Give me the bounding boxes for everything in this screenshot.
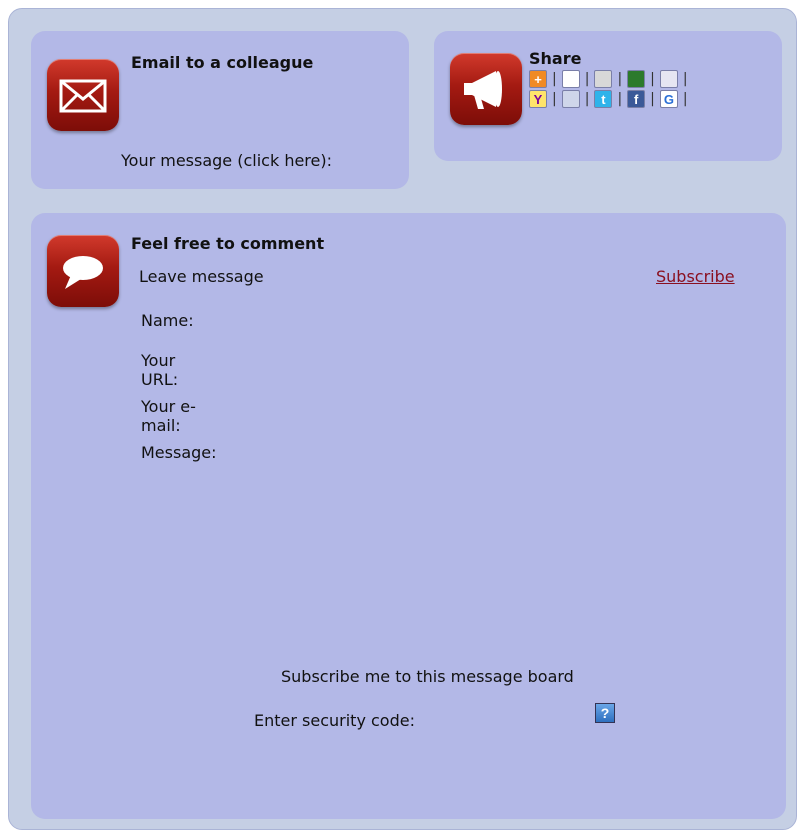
share-separator: | xyxy=(552,91,557,107)
share-separator: | xyxy=(682,71,688,87)
share-separator: | xyxy=(552,71,557,87)
yahoo-icon[interactable]: Y xyxy=(529,90,547,108)
bookmarks-grid-icon[interactable] xyxy=(594,70,613,88)
subscribe-link[interactable]: Subscribe xyxy=(656,267,735,286)
share-separator: | xyxy=(584,91,590,107)
url-label-line1: Your xyxy=(141,351,176,370)
email-panel-title: Email to a colleague xyxy=(131,53,314,72)
share-panel: Share + | | | | | Y | | t | f | G | xyxy=(434,31,782,161)
share-separator: | xyxy=(682,91,688,107)
evernote-leaf-icon[interactable] xyxy=(627,70,646,88)
message-prompt-link[interactable]: Your message (click here): xyxy=(121,151,332,170)
message-label: Message: xyxy=(141,443,217,462)
book-icon[interactable] xyxy=(561,90,580,108)
share-row-1: + | | | | | xyxy=(529,69,693,89)
share-separator: | xyxy=(650,71,655,87)
subscribe-board-label: Subscribe me to this message board xyxy=(281,667,574,686)
facebook-icon[interactable]: f xyxy=(627,90,646,108)
email-colleague-panel: Email to a colleague Your message (click… xyxy=(31,31,409,189)
name-label: Name: xyxy=(141,311,194,330)
security-help-icon[interactable]: ? xyxy=(595,703,615,723)
envelope-icon[interactable] xyxy=(47,59,119,131)
share-row-2: Y | | t | f | G | xyxy=(529,89,693,109)
google-icon[interactable]: G xyxy=(659,90,678,108)
security-code-label: Enter security code: xyxy=(254,711,415,730)
comment-panel-title: Feel free to comment xyxy=(131,234,325,253)
email-label-line2: mail: xyxy=(141,416,181,435)
add-this-icon[interactable]: + xyxy=(529,70,547,88)
twitter-icon[interactable]: t xyxy=(594,90,613,108)
page-container: Email to a colleague Your message (click… xyxy=(8,8,797,830)
leave-message-label: Leave message xyxy=(139,267,264,286)
url-label-line2: URL: xyxy=(141,370,179,389)
share-separator: | xyxy=(617,71,623,87)
share-panel-title: Share xyxy=(529,49,582,68)
email-label-line1: Your e- xyxy=(141,397,196,416)
megaphone-icon xyxy=(450,53,522,125)
comment-panel: Feel free to comment Leave message Subsc… xyxy=(31,213,786,819)
delicious-icon[interactable] xyxy=(561,70,580,88)
reddit-icon[interactable] xyxy=(659,70,678,88)
share-separator: | xyxy=(617,91,623,107)
speech-bubble-icon xyxy=(47,235,119,307)
share-separator: | xyxy=(584,71,590,87)
share-separator: | xyxy=(650,91,655,107)
